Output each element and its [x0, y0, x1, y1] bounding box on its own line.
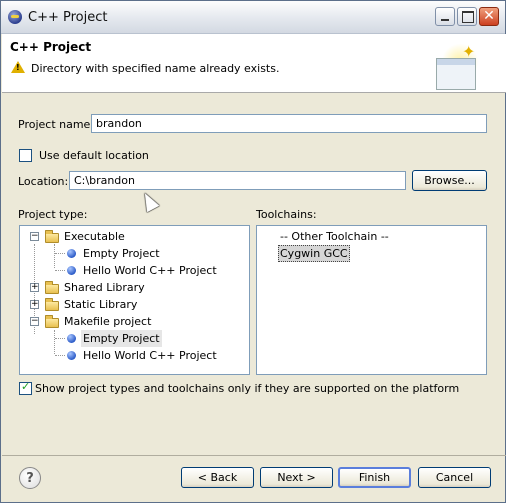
toolchain-item[interactable]: -- Other Toolchain --	[280, 228, 389, 245]
close-icon: ✕	[483, 8, 495, 24]
tree-item-label: Empty Project	[83, 247, 160, 260]
project-type-icon	[67, 351, 76, 360]
folder-icon	[45, 298, 59, 311]
toolchain-item-selected[interactable]: Cygwin GCC	[278, 245, 350, 262]
window-title: C++ Project	[28, 10, 108, 25]
browse-button[interactable]: Browse...	[412, 170, 487, 191]
location-input[interactable]: C:\brandon	[69, 171, 406, 190]
project-name-label: Project name:	[18, 118, 95, 131]
expand-icon[interactable]: +	[30, 300, 39, 309]
project-type-label: Project type:	[18, 208, 88, 221]
sparkle-icon: ✦	[462, 42, 476, 61]
project-type-icon	[67, 334, 76, 343]
title-bar[interactable]: C++ Project ✕	[1, 1, 505, 34]
folder-icon	[45, 281, 59, 294]
dialog-window: C++ Project ✕ C++ Project ! Directory wi…	[0, 0, 506, 503]
project-type-icon	[67, 249, 76, 258]
collapse-icon[interactable]: −	[30, 232, 39, 241]
banner-title: C++ Project	[10, 40, 92, 54]
maximize-icon	[462, 11, 474, 23]
new-project-wizard-graphic: ✦	[432, 42, 484, 90]
warning-icon: !	[11, 61, 25, 73]
cancel-button[interactable]: Cancel	[418, 467, 491, 488]
location-label: Location:	[18, 175, 69, 188]
minimize-icon	[441, 19, 449, 21]
tree-item-label: Hello World C++ Project	[83, 264, 217, 277]
tree-item-label: Shared Library	[64, 281, 145, 294]
finish-button[interactable]: Finish	[338, 467, 411, 488]
tree-item-label: Hello World C++ Project	[83, 349, 217, 362]
collapse-icon[interactable]: −	[30, 317, 39, 326]
next-button[interactable]: Next >	[260, 467, 333, 488]
banner-message: Directory with specified name already ex…	[31, 62, 280, 75]
toolchains-list[interactable]: -- Other Toolchain -- Cygwin GCC	[256, 225, 487, 375]
use-default-location-label: Use default location	[39, 149, 149, 162]
mouse-pointer-icon	[138, 189, 160, 213]
tree-item-label: Static Library	[64, 298, 138, 311]
toolchains-label: Toolchains:	[256, 208, 317, 221]
tree-item-label: Makefile project	[64, 315, 152, 328]
back-button[interactable]: < Back	[181, 467, 254, 488]
show-supported-label: Show project types and toolchains only i…	[35, 382, 460, 395]
folder-open-icon	[45, 230, 59, 243]
close-button[interactable]: ✕	[479, 7, 499, 26]
tree-item-label: Executable	[64, 230, 125, 243]
tree-item-label-selected: Empty Project	[81, 330, 162, 347]
project-type-icon	[67, 266, 76, 275]
folder-open-icon	[45, 315, 59, 328]
use-default-location-checkbox[interactable]	[19, 149, 32, 162]
wizard-banner: C++ Project ! Directory with specified n…	[2, 34, 506, 93]
footer-separator	[2, 455, 506, 456]
project-type-tree[interactable]: − Executable Empty Project Hello World C…	[19, 225, 250, 375]
eclipse-app-icon	[8, 10, 22, 24]
maximize-button[interactable]	[457, 7, 477, 26]
expand-icon[interactable]: +	[30, 283, 39, 292]
minimize-button[interactable]	[435, 7, 455, 26]
project-name-input[interactable]: brandon	[91, 114, 487, 133]
help-icon[interactable]: ?	[19, 467, 41, 489]
show-supported-checkbox[interactable]	[19, 380, 32, 395]
